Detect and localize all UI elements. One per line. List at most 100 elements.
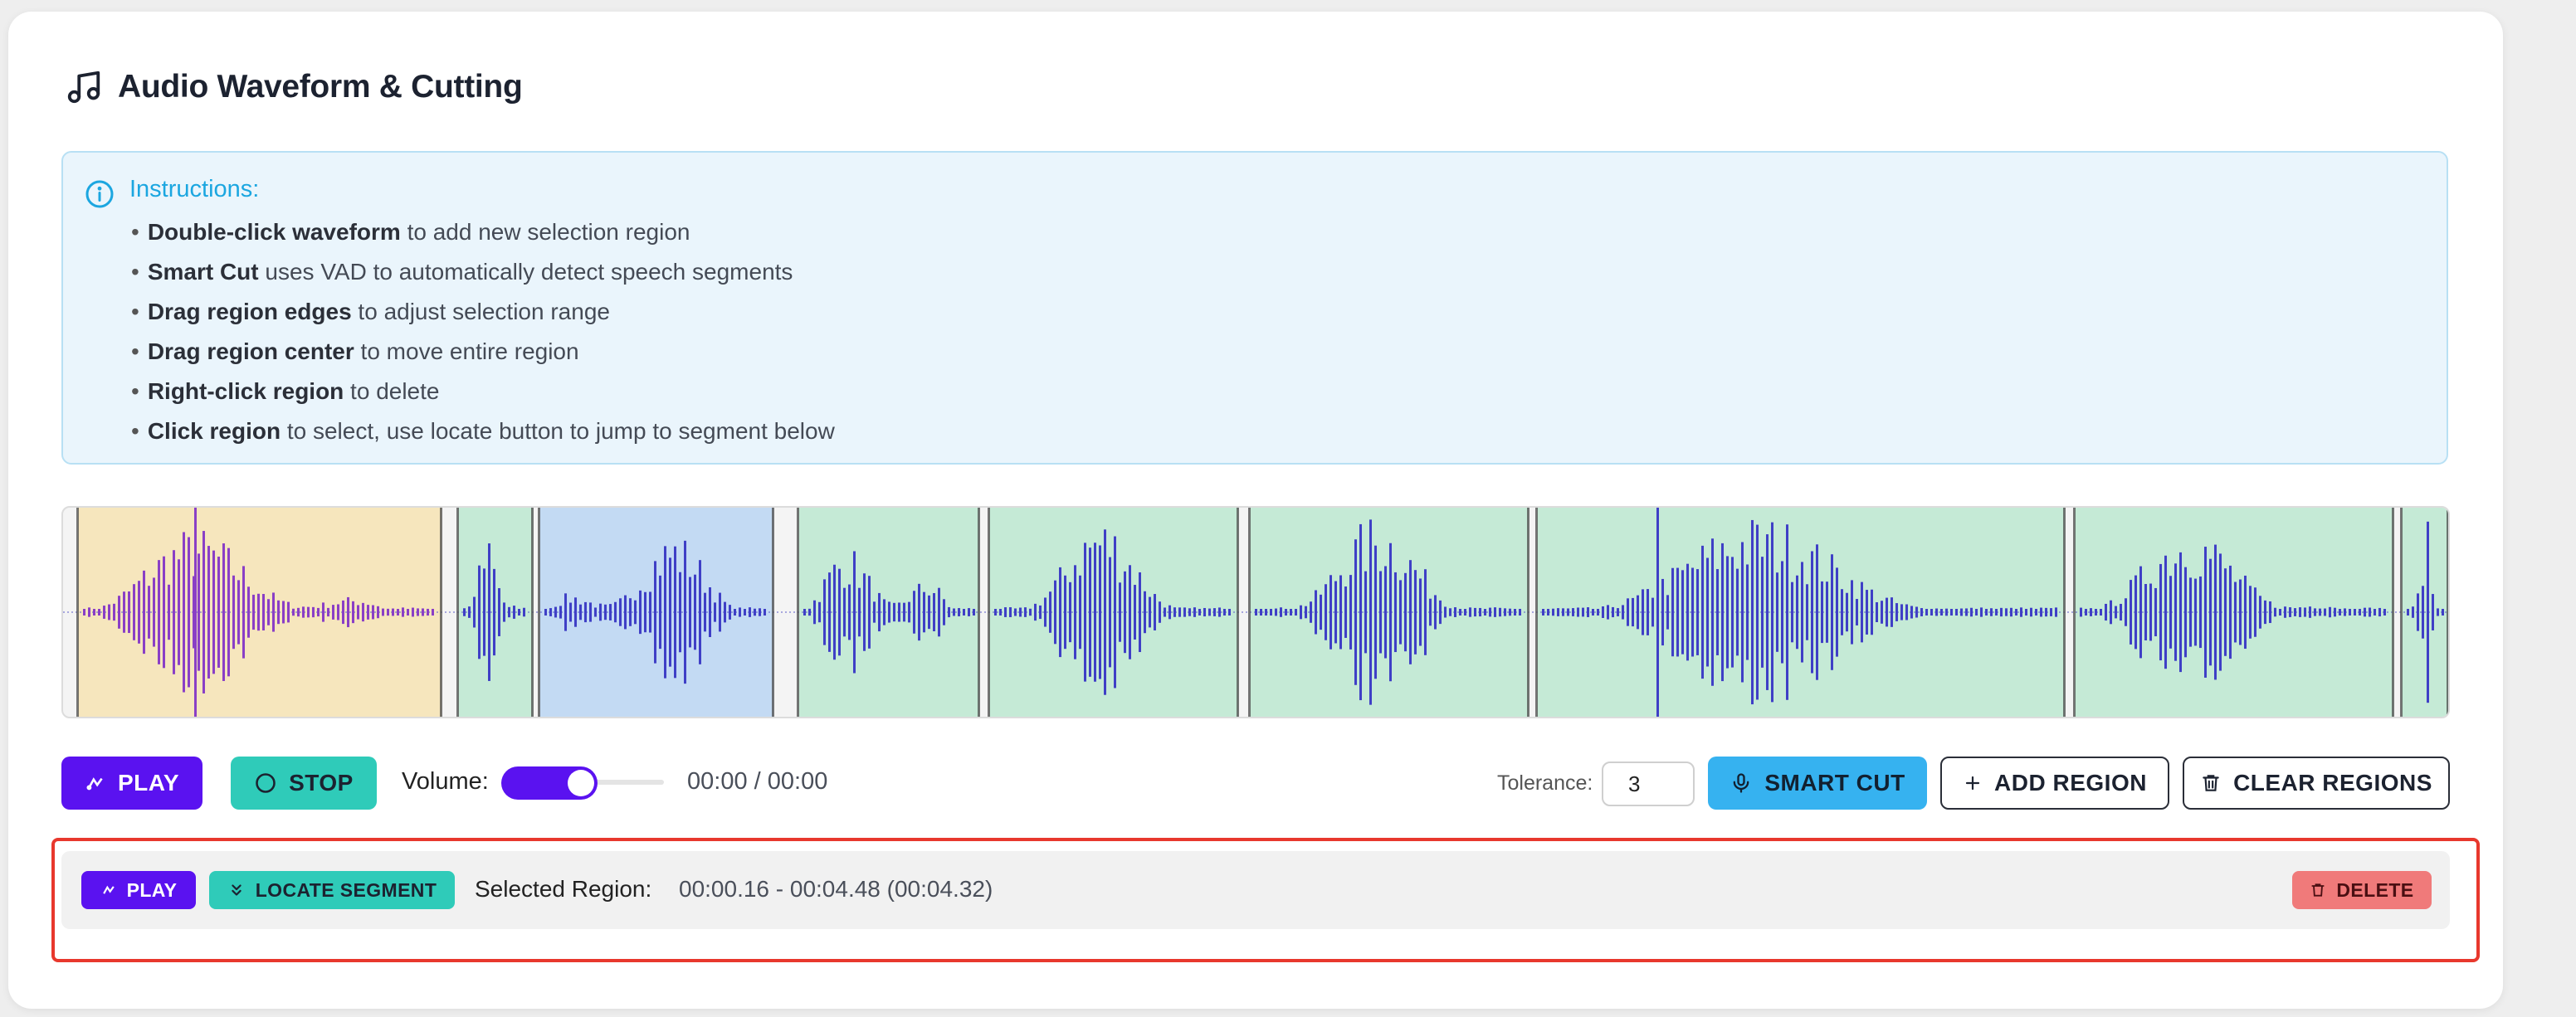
waveform-bar — [684, 540, 686, 684]
region-edge-handle[interactable] — [2400, 508, 2403, 717]
waveform-bar — [569, 602, 572, 622]
region-edge-handle[interactable] — [2063, 508, 2066, 717]
waveform-bar — [483, 568, 485, 656]
waveform-bar — [1024, 607, 1027, 617]
clear-regions-button[interactable]: CLEAR REGIONS — [2183, 757, 2450, 810]
volume-slider[interactable] — [501, 766, 664, 800]
waveform-bar — [1129, 565, 1131, 659]
waveform-bar — [938, 587, 940, 637]
waveform-bar — [2329, 606, 2331, 618]
waveform-bar — [83, 609, 85, 616]
waveform-bar — [128, 591, 130, 634]
region-edge-handle[interactable] — [2392, 508, 2394, 717]
region-edge-handle[interactable] — [1527, 508, 1530, 717]
waveform-bar — [227, 547, 230, 677]
waveform-bar — [1404, 572, 1407, 652]
waveform-bar — [402, 607, 404, 617]
waveform-bar — [342, 600, 344, 625]
waveform-bar — [2000, 607, 2003, 617]
waveform-bar — [1399, 580, 1402, 645]
region-edge-handle[interactable] — [1248, 508, 1251, 717]
region-edge-handle[interactable] — [1535, 508, 1538, 717]
waveform-bar — [1354, 539, 1357, 685]
region-edge-handle[interactable] — [978, 508, 980, 717]
instructions-panel: Instructions: • Double-click waveform to … — [61, 151, 2448, 465]
region-edge-handle[interactable] — [797, 508, 799, 717]
waveform-bar — [2304, 607, 2306, 617]
waveform-bar — [749, 607, 751, 617]
region-edge-handle[interactable] — [2073, 508, 2076, 717]
region-edge-handle[interactable] — [456, 508, 459, 717]
waveform-bar — [2249, 586, 2252, 639]
waveform-bar — [828, 572, 831, 652]
waveform-bar — [1661, 578, 1664, 646]
waveform-bar — [1310, 601, 1312, 623]
waveform-bar — [1449, 608, 1451, 616]
region-edge-handle[interactable] — [1237, 508, 1239, 717]
smart-cut-button[interactable]: SMART CUT — [1708, 757, 1927, 810]
instruction-item: • Right-click region to delete — [131, 378, 440, 404]
waveform-bar — [1766, 534, 1769, 690]
waveform-bar — [1791, 581, 1793, 643]
waveform-bar — [297, 607, 300, 617]
waveform-bar — [734, 609, 736, 616]
waveform-bar — [1434, 595, 1437, 630]
waveform-bar — [1577, 607, 1579, 617]
region-edge-handle[interactable] — [531, 508, 534, 717]
waveform-bar — [407, 609, 409, 616]
page-title: Audio Waveform & Cutting — [118, 69, 523, 105]
waveform-bar — [1059, 567, 1061, 658]
waveform-bar — [178, 559, 180, 665]
waveform-bar — [1295, 609, 1297, 616]
waveform-bar — [2432, 594, 2434, 630]
waveform-bar — [1499, 607, 1501, 617]
waveform-bar — [1315, 590, 1317, 635]
waveform-bar — [98, 609, 100, 616]
region-edge-handle[interactable] — [538, 508, 540, 717]
waveform-bar — [2020, 607, 2022, 617]
waveform-bar — [2383, 609, 2386, 616]
waveform-bar — [2025, 608, 2027, 616]
waveform-bar — [1776, 572, 1778, 652]
waveform-bar — [2219, 553, 2222, 671]
waveform-bar — [1900, 604, 1903, 620]
waveform-bar — [362, 602, 364, 622]
region-edge-handle[interactable] — [988, 508, 990, 717]
waveform-bar — [664, 546, 666, 679]
region-edge-handle[interactable] — [76, 508, 79, 717]
waveform-bar — [2279, 609, 2281, 616]
waveform-bar — [943, 599, 945, 625]
waveform-bar — [1666, 595, 1669, 630]
tolerance-input[interactable] — [1602, 762, 1695, 806]
play-button[interactable]: PLAY — [61, 757, 202, 810]
volume-handle[interactable] — [568, 770, 594, 796]
waveform-canvas[interactable] — [61, 506, 2450, 718]
waveform-bar — [1851, 580, 1853, 645]
waveform-bar — [488, 543, 490, 681]
waveform-bar — [138, 581, 140, 644]
waveform-bar — [2378, 607, 2381, 617]
waveform-bar — [1572, 608, 1574, 616]
waveform-bar — [2174, 563, 2177, 661]
waveform-bar — [1592, 609, 1594, 616]
waveform-bar — [372, 605, 374, 620]
region-edge-handle[interactable] — [2447, 508, 2448, 717]
waveform-bar — [659, 575, 661, 650]
stop-button[interactable]: STOP — [231, 757, 377, 810]
waveform-bar — [518, 609, 520, 616]
waveform-bar — [267, 599, 270, 625]
waveform-bar — [262, 594, 265, 630]
waveform-bar — [1721, 543, 1724, 682]
waveform-bar — [549, 608, 552, 616]
region-edge-handle[interactable] — [440, 508, 442, 717]
region-edge-handle[interactable] — [772, 508, 774, 717]
add-region-button[interactable]: ADD REGION — [1940, 757, 2169, 810]
waveform-bar — [1389, 543, 1392, 682]
waveform-bar — [1637, 595, 1639, 630]
waveform-bar — [1379, 571, 1382, 654]
waveform-bar — [1255, 609, 1257, 616]
waveform-bar — [1612, 606, 1614, 618]
waveform-bar — [709, 587, 711, 637]
waveform-svg[interactable] — [63, 508, 2448, 717]
waveform-bar — [1751, 519, 1754, 705]
